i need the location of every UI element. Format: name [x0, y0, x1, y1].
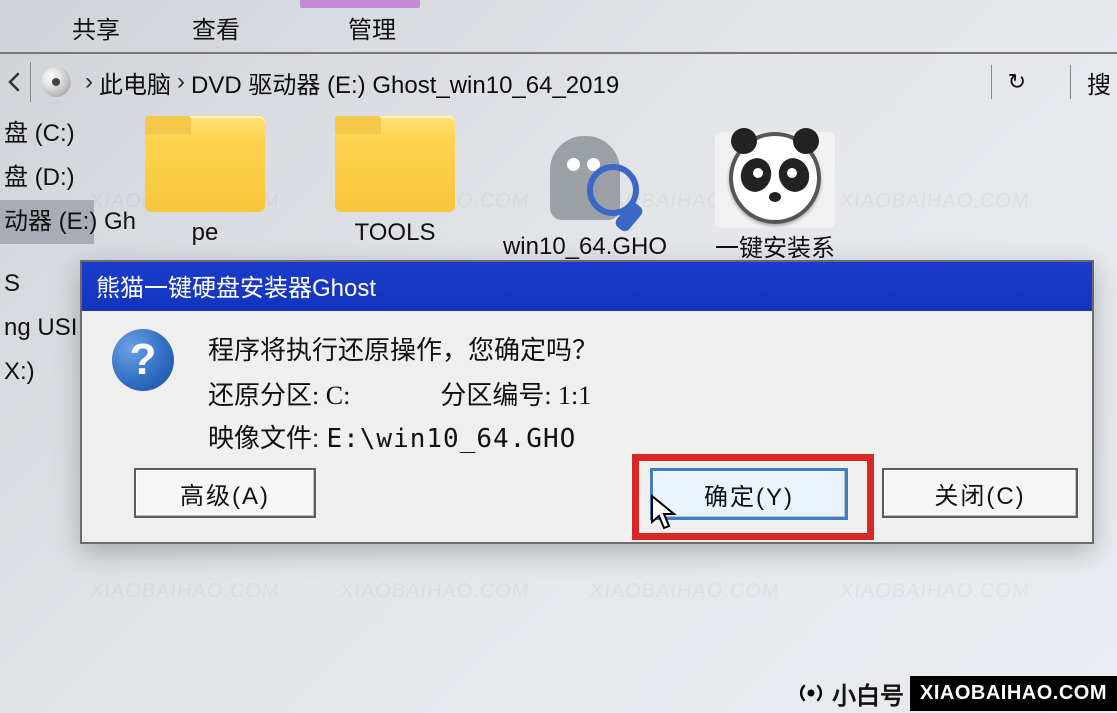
dialog-message: 程序将执行还原操作，您确定吗？ 还原分区: C: 分区编号: 1:1 映像文件:…: [208, 329, 598, 460]
breadcrumb-sep: ›: [85, 68, 93, 96]
mouse-cursor: [650, 494, 680, 532]
ghost-icon: [525, 130, 645, 226]
brand-cn: 小白号: [832, 676, 904, 711]
search-box[interactable]: 搜: [1087, 65, 1117, 100]
nav-back-button[interactable]: [4, 62, 31, 102]
contextual-tab-highlight: [300, 0, 420, 8]
folder-icon: [145, 116, 265, 212]
close-button[interactable]: 关闭(C): [882, 468, 1078, 518]
advanced-button[interactable]: 高级(A): [134, 468, 316, 518]
search-placeholder: 搜: [1087, 65, 1111, 100]
ribbon-divider: [0, 52, 1117, 54]
address-divider: [1070, 65, 1071, 99]
footer-watermark: 小白号 XIAOBAIHAO.COM: [796, 673, 1117, 713]
tab-share[interactable]: 共享: [72, 10, 120, 45]
broadcast-icon: [796, 678, 826, 708]
panda-icon: [715, 132, 835, 228]
brand-en: XIAOBAIHAO.COM: [910, 676, 1117, 711]
file-label: pe: [120, 218, 290, 248]
drive-icon: [41, 67, 71, 97]
tab-view[interactable]: 查看: [192, 10, 240, 45]
nav-drive-c[interactable]: 盘 (C:): [0, 112, 94, 156]
breadcrumb-sep: ›: [177, 68, 185, 96]
dialog-title: 熊猫一键硬盘安装器Ghost: [82, 262, 1092, 311]
folder-icon: [335, 116, 455, 212]
file-label: win10_64.GHO: [500, 232, 670, 262]
tab-manage[interactable]: 管理: [348, 10, 396, 45]
confirm-text: 程序将执行还原操作，您确定吗？: [208, 329, 598, 371]
address-divider: [991, 65, 992, 99]
ribbon-bar: 共享 查看 管理: [0, 0, 1117, 52]
address-bar: › 此电脑 › DVD 驱动器 (E:) Ghost_win10_64_2019…: [0, 60, 1117, 104]
nav-drive-d[interactable]: 盘 (D:): [0, 156, 94, 200]
nav-dvd-e[interactable]: 动器 (E:) Gh: [0, 200, 94, 244]
question-icon: ?: [112, 329, 174, 391]
file-label: TOOLS: [310, 218, 480, 248]
refresh-button[interactable]: ↻: [1008, 69, 1026, 95]
confirm-dialog: 熊猫一键硬盘安装器Ghost ? 程序将执行还原操作，您确定吗？ 还原分区: C…: [80, 260, 1094, 544]
breadcrumb-this-pc[interactable]: 此电脑: [99, 65, 171, 100]
breadcrumb-drive[interactable]: DVD 驱动器 (E:) Ghost_win10_64_2019: [191, 65, 619, 100]
